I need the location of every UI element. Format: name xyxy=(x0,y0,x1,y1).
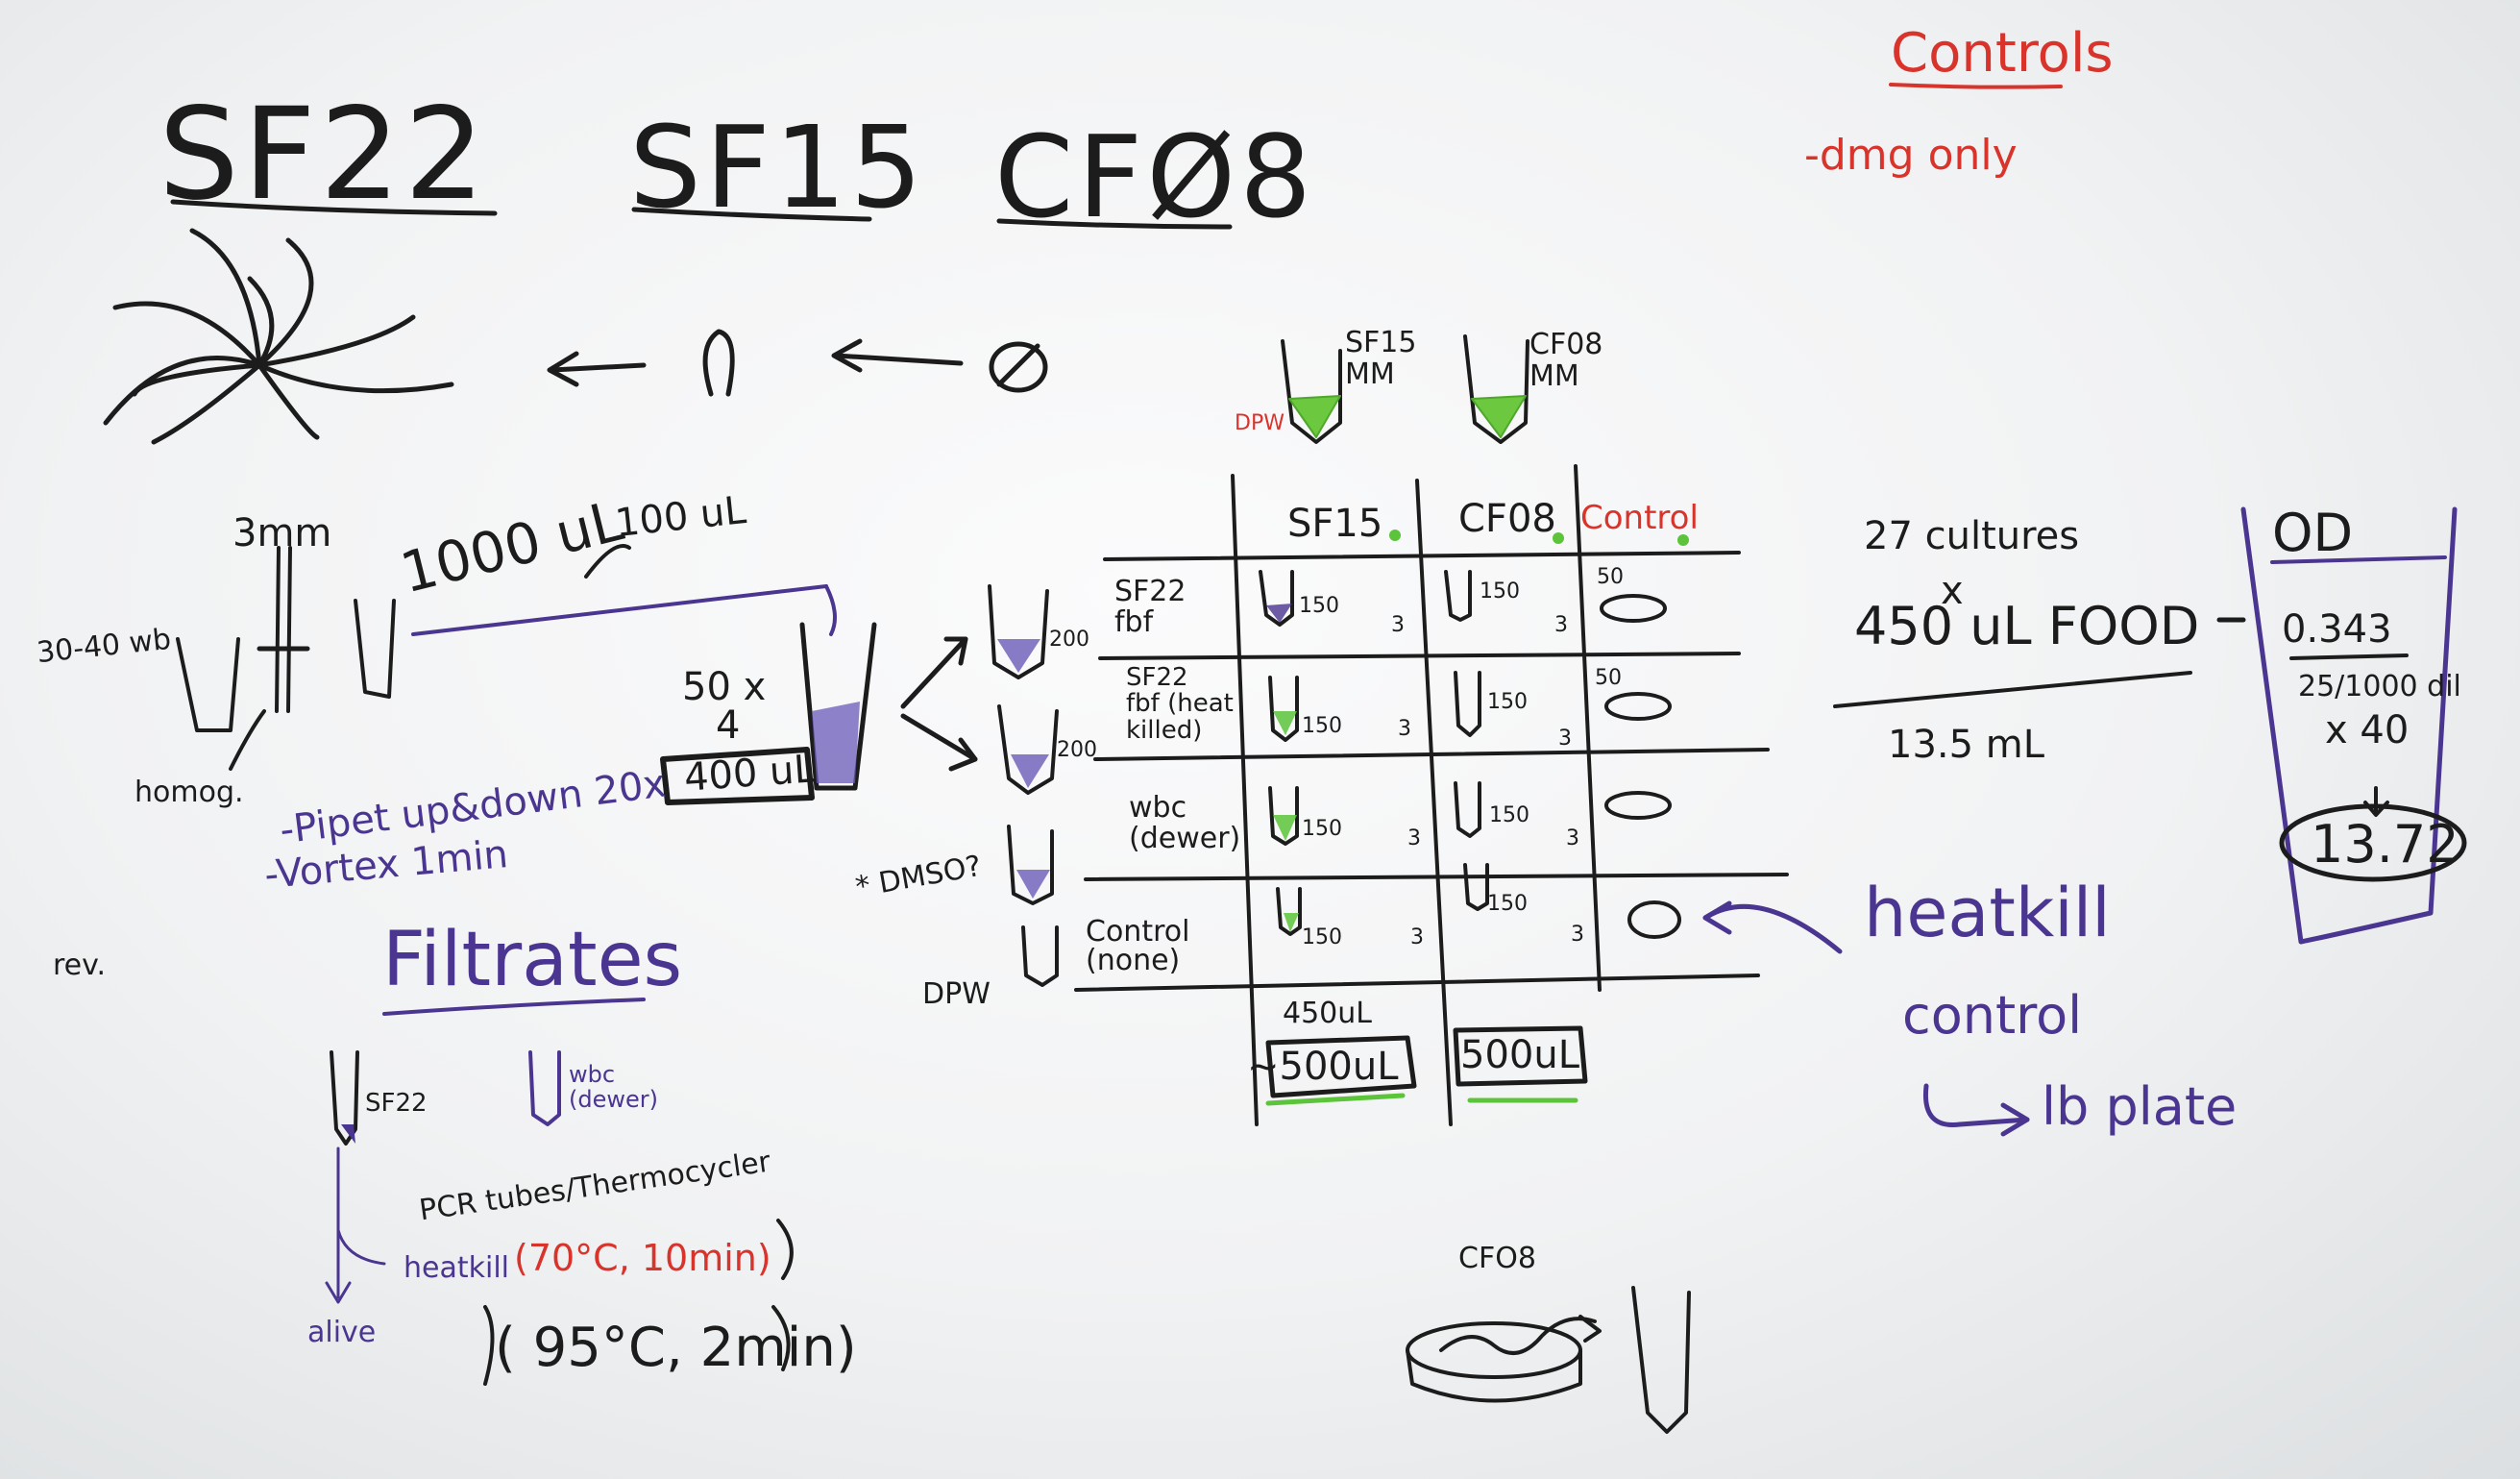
prep-four: 4 xyxy=(716,703,741,748)
table-row-label: SF22 fbf (heat killed) xyxy=(1126,663,1234,745)
table-cell: 150 xyxy=(1302,925,1342,949)
prep-homog: homog. xyxy=(135,776,244,809)
table-cell: 150 xyxy=(1480,579,1520,604)
table-row-label: Control (none) xyxy=(1086,915,1190,977)
table-bottom-sf15-b: ~500uL xyxy=(1247,1045,1399,1089)
prep-400ul: 400 uL xyxy=(682,747,818,801)
prep-200-a: 200 xyxy=(1049,628,1089,652)
prep-3mm: 3mm xyxy=(232,511,332,555)
filtrates-wbc: wbc (dewer) xyxy=(569,1061,658,1114)
whiteboard: SF22 SF15 CFØ8 Controls -dmg only SF15 M… xyxy=(0,0,2520,1479)
calc-food: 450 uL FOOD xyxy=(1854,596,2200,656)
prep-dpw: DPW xyxy=(922,977,991,1011)
filtrates-heatkill: heatkill xyxy=(404,1251,509,1285)
table-row-label: SF22 fbf xyxy=(1114,575,1187,639)
table-cell: 3 xyxy=(1554,613,1568,637)
table-col-cf08: CF08 xyxy=(1458,497,1556,541)
filtrates-sf22: SF22 xyxy=(365,1089,428,1118)
worm-drawing xyxy=(103,228,454,445)
table-cell: 150 xyxy=(1487,690,1528,714)
table-cell: 150 xyxy=(1302,714,1342,738)
prep-rev: rev. xyxy=(53,949,107,982)
filtrates-title: Filtrates xyxy=(382,917,683,1003)
table-cell: 3 xyxy=(1410,925,1424,949)
calc-total: 13.5 mL xyxy=(1888,723,2045,767)
table-cell: 3 xyxy=(1566,826,1579,850)
prep-fifty-x: 50 x xyxy=(682,665,767,709)
controls-dmg-only: -dmg only xyxy=(1804,131,2018,180)
calc-x40: x 40 xyxy=(2325,708,2410,752)
table-cell: 150 xyxy=(1487,892,1528,916)
filtrates-cond2: ( 95°C, 2min) xyxy=(495,1317,857,1379)
table-cell: 50 xyxy=(1597,565,1624,589)
table-bottom-cf08: 500uL xyxy=(1460,1033,1579,1077)
heatkill-label: heatkill xyxy=(1864,874,2111,952)
table-col-control: Control xyxy=(1580,499,1699,537)
calc-od-value: 0.343 xyxy=(2282,607,2392,652)
filtrates-cond1: (70°C, 10min) xyxy=(514,1237,771,1279)
heading-controls: Controls xyxy=(1891,22,2114,85)
prep-200-b: 200 xyxy=(1057,738,1097,762)
table-cell: 3 xyxy=(1571,923,1584,947)
table-cell: 3 xyxy=(1398,717,1411,741)
table-cell: 150 xyxy=(1302,817,1342,841)
calc-result: 13.72 xyxy=(2311,814,2459,875)
filtrates-alive: alive xyxy=(307,1316,377,1349)
calc-od: OD xyxy=(2272,503,2354,563)
heatkill-control: control xyxy=(1902,985,2083,1046)
table-cell: 150 xyxy=(1489,803,1529,827)
table-cell: 50 xyxy=(1595,666,1622,690)
table-bottom-sf15-a: 450uL xyxy=(1283,997,1372,1030)
calc-cultures: 27 cultures xyxy=(1864,514,2080,558)
calc-dilution: 25/1000 dil xyxy=(2298,670,2461,703)
table-cell: 3 xyxy=(1391,613,1405,637)
table-row-label: wbc (dewer) xyxy=(1129,791,1241,855)
heading-sf22: SF22 xyxy=(159,81,489,229)
bottom-cf08: CFO8 xyxy=(1458,1242,1536,1275)
sf15-mm-label: SF15 MM xyxy=(1345,326,1417,391)
table-col-sf15: SF15 xyxy=(1287,502,1383,546)
lb-plate: lb plate xyxy=(2042,1076,2238,1137)
table-cell: 3 xyxy=(1407,826,1421,850)
heading-sf15: SF15 xyxy=(629,101,926,234)
table-cell: 150 xyxy=(1299,594,1339,618)
table-cell: 3 xyxy=(1558,727,1572,751)
cf08-mm-label: CF08 MM xyxy=(1529,328,1603,393)
dpw-top-label: DPW xyxy=(1235,411,1284,435)
heading-cf08: CFØ8 xyxy=(994,111,1316,243)
